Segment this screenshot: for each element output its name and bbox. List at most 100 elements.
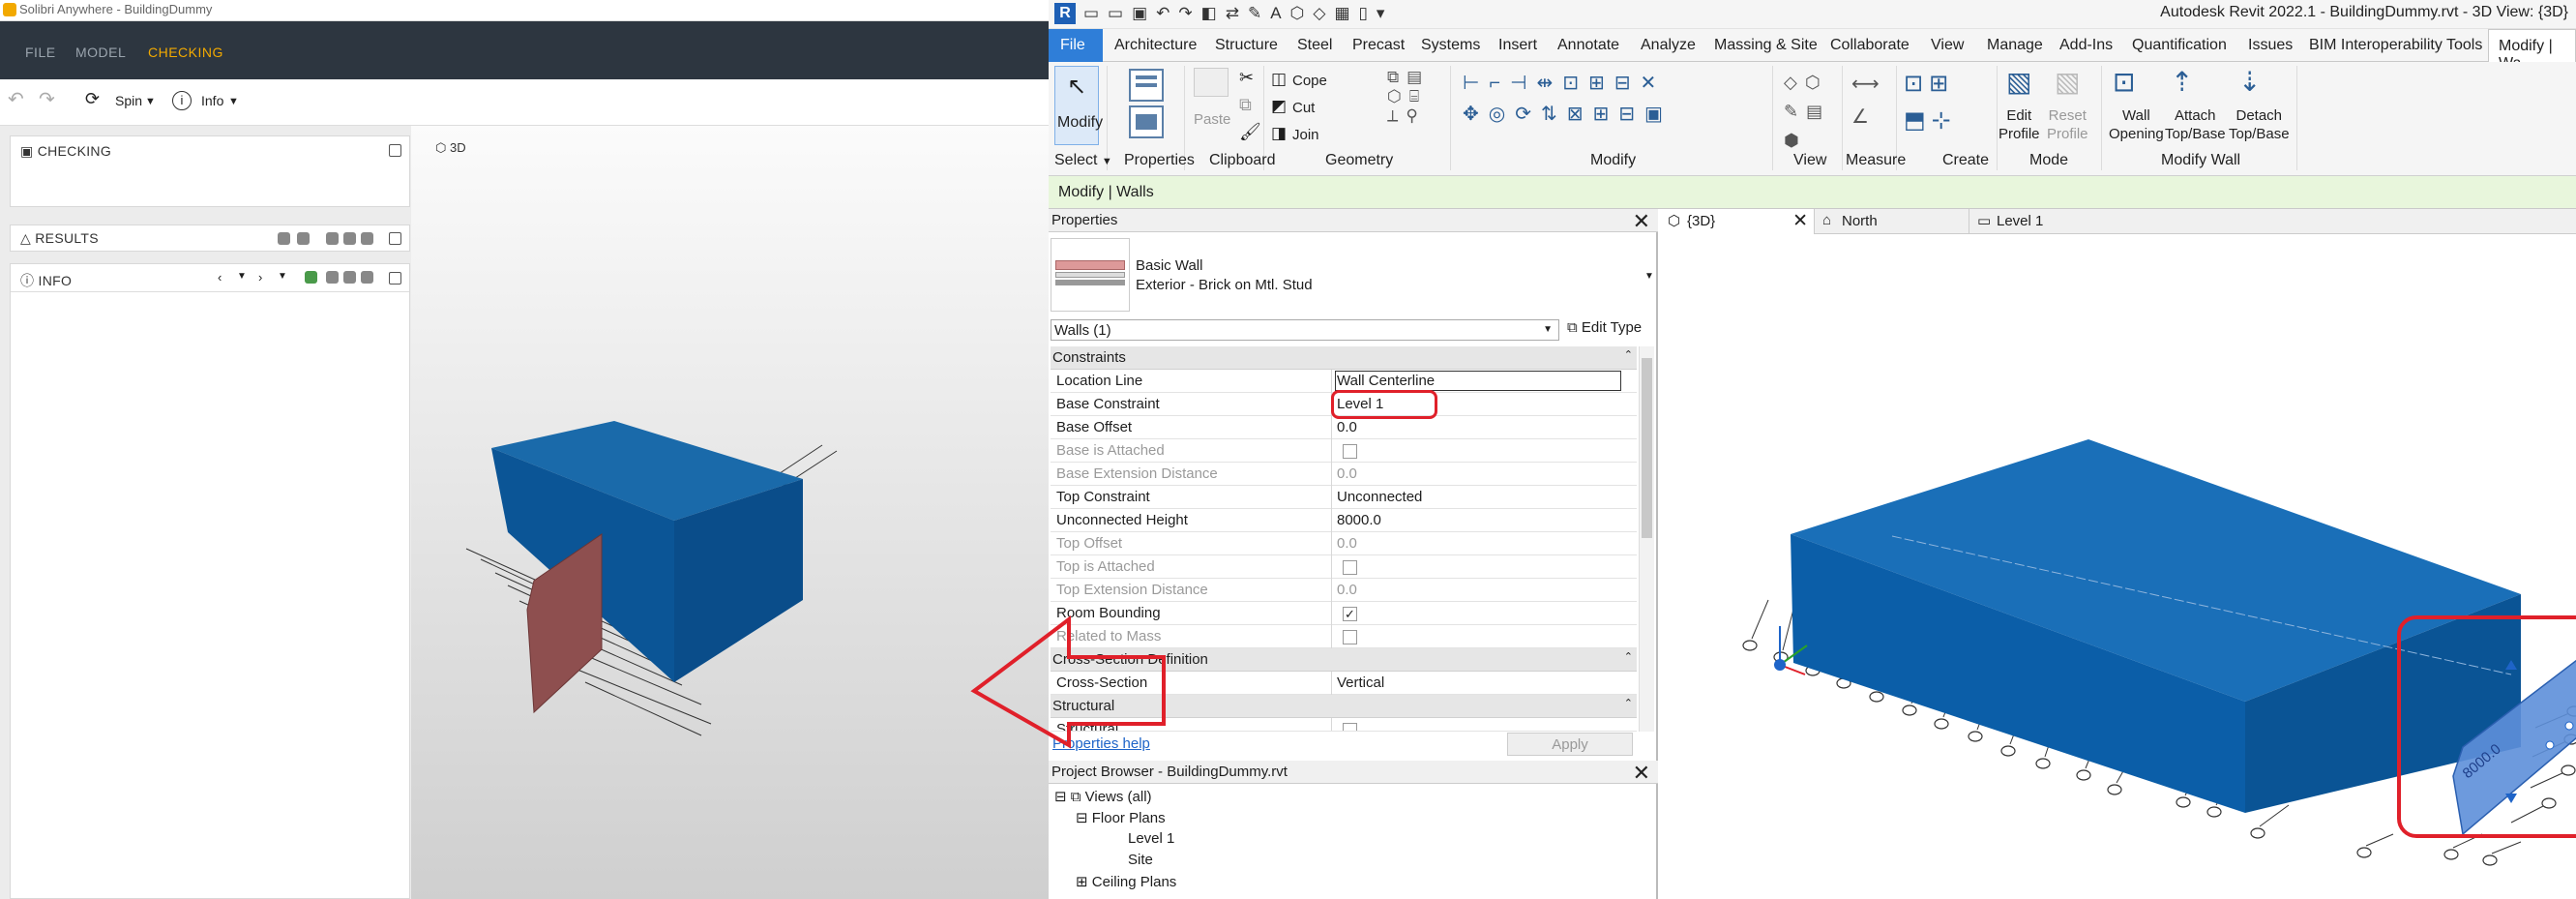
report-icon[interactable]: [326, 271, 339, 284]
tab-massing-site[interactable]: Massing & Site: [1714, 37, 1818, 54]
group-select[interactable]: Select ▼: [1054, 152, 1112, 169]
paste-button[interactable]: Paste: [1194, 110, 1230, 129]
edit-type-button[interactable]: ⧉ Edit Type: [1567, 319, 1642, 336]
quick-access-icons[interactable]: ▭▭▣↶↷◧⇄✎A⬡◇▦▯▾: [1083, 4, 1393, 23]
redo-icon[interactable]: ↷: [39, 87, 55, 111]
report-icon[interactable]: [343, 271, 356, 284]
edit-profile-button[interactable]: Edit Profile: [1999, 106, 2040, 143]
list-icon[interactable]: [297, 232, 310, 245]
report-icon[interactable]: [326, 232, 339, 245]
tab-file[interactable]: File: [1049, 29, 1103, 62]
report-icon[interactable]: [361, 232, 373, 245]
tab-3d-view[interactable]: ⬡ {3D} ✕: [1660, 209, 1815, 234]
property-row[interactable]: Base Offset 0.0: [1051, 416, 1637, 439]
tab-manage[interactable]: Manage: [1987, 37, 2043, 54]
revit-3d-view[interactable]: 8000.0: [1660, 234, 2576, 899]
filter-icon[interactable]: [278, 232, 290, 245]
chevron-down-icon[interactable]: ▼: [145, 96, 156, 107]
detach-button[interactable]: Detach Top/Base: [2229, 106, 2290, 143]
tab-issues[interactable]: Issues: [2248, 37, 2293, 54]
close-icon[interactable]: ✕: [1633, 761, 1650, 786]
tree-item-ceiling-plans[interactable]: ⊞ Ceiling Plans: [1076, 873, 1176, 890]
tab-north[interactable]: ⌂ North: [1815, 209, 1969, 234]
chevron-down-icon[interactable]: ▼: [278, 271, 287, 282]
menu-file[interactable]: FILE: [25, 45, 56, 60]
reset-profile-button[interactable]: Reset Profile: [2047, 106, 2088, 143]
paste-icon[interactable]: [1194, 68, 1229, 97]
attach-button[interactable]: Attach Top/Base: [2165, 106, 2226, 143]
tab-structure[interactable]: Structure: [1215, 37, 1278, 54]
type-family[interactable]: Basic Wall: [1136, 257, 1202, 274]
join-button[interactable]: Join: [1292, 126, 1319, 144]
forward-icon[interactable]: ›: [258, 270, 262, 285]
tree-item-views[interactable]: ⊟ ⧉ Views (all): [1054, 788, 1152, 805]
end-grip[interactable]: [2545, 740, 2555, 750]
copy-icon[interactable]: ⧉: [1239, 95, 1252, 115]
info-button[interactable]: Info: [201, 93, 223, 108]
end-grip[interactable]: [2564, 721, 2574, 731]
close-icon[interactable]: ✕: [1792, 210, 1808, 232]
wall-opening-icon[interactable]: ⊡: [2113, 66, 2135, 98]
reset-profile-icon[interactable]: ▧: [2055, 66, 2080, 98]
modify-tool-button[interactable]: ↖ Modify: [1054, 66, 1103, 145]
properties-button[interactable]: [1126, 68, 1169, 143]
grip-arrow-down[interactable]: [2505, 794, 2517, 803]
tab-architecture[interactable]: Architecture: [1114, 37, 1197, 54]
checkbox-checked[interactable]: ✓: [1343, 607, 1357, 621]
chevron-down-icon[interactable]: ▼: [1644, 271, 1654, 282]
edit-profile-icon[interactable]: ▧: [2006, 66, 2031, 98]
maximize-icon[interactable]: [389, 232, 401, 245]
tree-item-level-1[interactable]: Level 1: [1128, 830, 1174, 847]
modify-tools-icons[interactable]: ⊢⌐⊣⇹⊡⊞⊟✕ ✥◎⟳⇅⊠⊞⊟▣: [1463, 68, 1673, 130]
revit-logo-icon[interactable]: R: [1054, 3, 1076, 24]
info-icon[interactable]: i: [172, 91, 192, 110]
close-icon[interactable]: ✕: [1633, 209, 1650, 234]
view-tools-icons[interactable]: ◇⬡ ✎▤ ⬢: [1784, 68, 1830, 155]
spin-button[interactable]: Spin: [115, 93, 142, 108]
chevron-down-icon[interactable]: ▼: [228, 96, 239, 107]
tab-bim-interoperability[interactable]: BIM Interoperability Tools: [2309, 37, 2482, 54]
wall-opening-button[interactable]: Wall Opening: [2109, 106, 2164, 143]
tree-item-floor-plans[interactable]: ⊟ Floor Plans: [1076, 809, 1166, 826]
chevron-down-icon[interactable]: ▼: [237, 271, 247, 282]
detach-icon[interactable]: ⇣: [2238, 66, 2261, 98]
cope-button[interactable]: Cope: [1292, 72, 1327, 90]
attach-icon[interactable]: ⇡: [2171, 66, 2193, 98]
maximize-icon[interactable]: [389, 272, 401, 285]
cut-button[interactable]: Cut: [1292, 99, 1315, 117]
checkbox[interactable]: [1343, 723, 1357, 731]
cut-geometry-icon[interactable]: ◩: [1271, 97, 1287, 116]
match-properties-icon[interactable]: 🖌: [1239, 122, 1261, 142]
category-constraints[interactable]: Constraints ⌃: [1051, 346, 1637, 370]
menu-checking[interactable]: CHECKING: [148, 45, 223, 60]
measure-tools-icons[interactable]: ⟷ ∠: [1851, 68, 1880, 134]
model-icon[interactable]: [305, 271, 317, 284]
tab-collaborate[interactable]: Collaborate: [1830, 37, 1910, 54]
tab-steel[interactable]: Steel: [1297, 37, 1332, 54]
tab-systems[interactable]: Systems: [1421, 37, 1480, 54]
solibri-3d-view[interactable]: [411, 126, 1049, 899]
report-icon[interactable]: [343, 232, 356, 245]
property-row[interactable]: Top Constraint Unconnected: [1051, 486, 1637, 509]
properties-scrollbar[interactable]: [1639, 346, 1654, 732]
apply-button[interactable]: Apply: [1507, 733, 1633, 756]
instance-selector[interactable]: Walls (1) ▼: [1051, 319, 1559, 341]
join-icon[interactable]: ◨: [1271, 124, 1287, 143]
undo-icon[interactable]: ↶: [8, 87, 24, 111]
tab-modify-walls[interactable]: Modify | Wa: [2488, 29, 2576, 72]
tab-analyze[interactable]: Analyze: [1641, 37, 1696, 54]
spin-icon[interactable]: ⟳: [85, 89, 100, 109]
tab-view[interactable]: View: [1931, 37, 1964, 54]
menu-model[interactable]: MODEL: [75, 45, 126, 60]
tab-add-ins[interactable]: Add-Ins: [2059, 37, 2113, 54]
cope-icon[interactable]: ◫: [1271, 70, 1287, 89]
back-icon[interactable]: ‹: [218, 270, 222, 285]
tab-quantification[interactable]: Quantification: [2132, 37, 2227, 54]
create-tools-icons[interactable]: ⊡⊞ ⬒⊹: [1904, 66, 1957, 139]
report-icon[interactable]: [361, 271, 373, 284]
cut-clipboard-icon[interactable]: ✂: [1239, 68, 1254, 88]
property-row[interactable]: Unconnected Height 8000.0: [1051, 509, 1637, 532]
geometry-tools-icons[interactable]: ⧉▤ ⬡⌸ ⟂⚲: [1387, 68, 1430, 126]
tab-annotate[interactable]: Annotate: [1557, 37, 1619, 54]
tab-insert[interactable]: Insert: [1498, 37, 1537, 54]
